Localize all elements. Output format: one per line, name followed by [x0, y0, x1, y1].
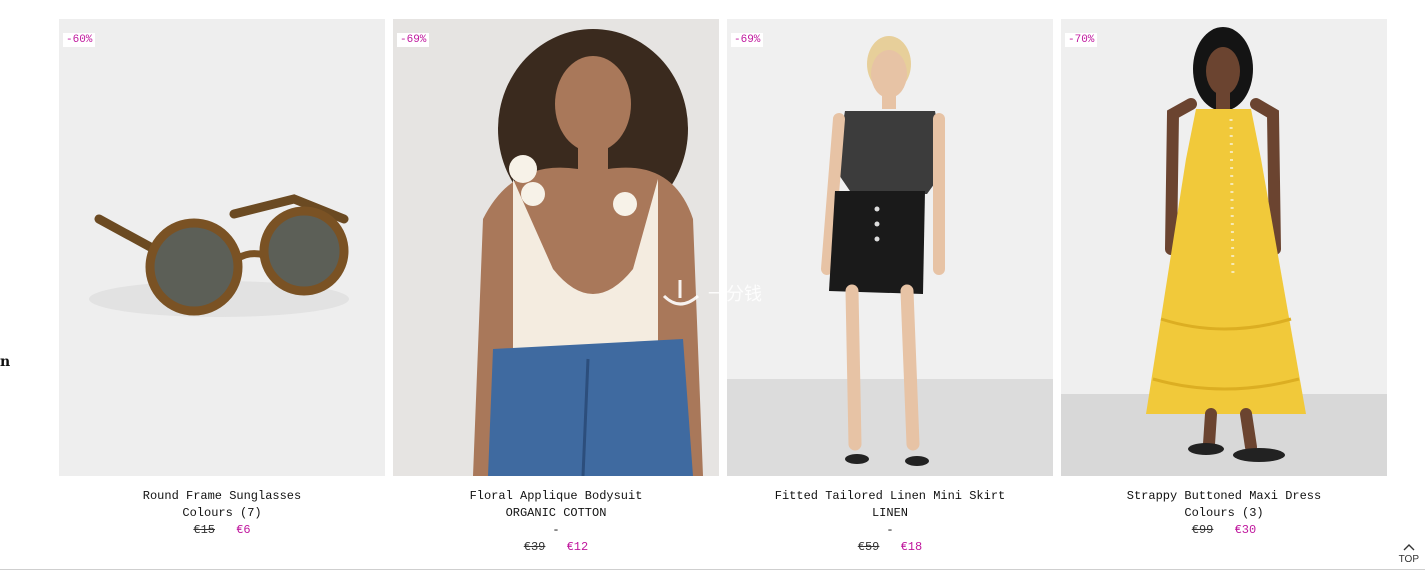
original-price: €59 [857, 540, 880, 554]
watermark-logo-icon [662, 280, 699, 306]
product-info: Strappy Buttoned Maxi Dress Colours (3) … [1061, 488, 1387, 539]
product-name[interactable]: Fitted Tailored Linen Mini Skirt [727, 488, 1053, 505]
product-image[interactable]: -60% [59, 19, 385, 476]
product-card[interactable]: -60% Round Frame Sunglasses Colours (7) … [59, 19, 385, 556]
product-card[interactable]: -70% Strappy Buttoned Maxi Dress Colours… [1061, 19, 1387, 556]
product-info: Floral Applique Bodysuit ORGANIC COTTON … [393, 488, 719, 556]
sale-price: €12 [566, 540, 589, 554]
divider [0, 569, 1425, 570]
product-variant: Colours (3) [1184, 506, 1264, 520]
price-row: €15 €6 [59, 522, 385, 539]
skirt-model-illustration [727, 19, 1053, 476]
sunglasses-illustration [59, 19, 385, 476]
back-to-top-button[interactable]: TOP [1399, 543, 1419, 565]
maxi-dress-model-illustration [1061, 19, 1387, 476]
price-row: €99 €30 [1061, 522, 1387, 539]
chevron-up-icon [1403, 544, 1415, 551]
product-info: Round Frame Sunglasses Colours (7) €15 €… [59, 488, 385, 539]
discount-badge: -60% [63, 33, 96, 47]
product-variant: Colours (7) [182, 506, 262, 520]
discount-badge: -69% [397, 33, 430, 47]
watermark-text: 一分钱 [708, 284, 762, 305]
bodysuit-model-illustration [393, 19, 719, 476]
product-material: LINEN [871, 506, 908, 520]
price-row: €39 €12 [393, 539, 719, 556]
original-price: €99 [1191, 523, 1214, 537]
product-image[interactable]: -69% [727, 19, 1053, 476]
discount-badge: -70% [1065, 33, 1098, 47]
original-price: €15 [193, 523, 215, 537]
product-info: Fitted Tailored Linen Mini Skirt LINEN -… [727, 488, 1053, 556]
price-row: €59 €18 [727, 539, 1053, 556]
sale-price: €30 [1234, 523, 1257, 537]
product-image[interactable]: -69% [393, 19, 719, 476]
separator-dash: - [886, 523, 894, 537]
product-card[interactable]: -69% Fitted Tailored Linen Mini Skirt LI… [727, 19, 1053, 556]
product-name[interactable]: Round Frame Sunglasses [59, 488, 385, 505]
discount-badge: -69% [731, 33, 764, 47]
watermark: 一分钱 [660, 278, 762, 308]
back-to-top-label: TOP [1398, 554, 1419, 565]
original-price: €39 [523, 540, 546, 554]
product-image[interactable]: -70% [1061, 19, 1387, 476]
separator-dash: - [552, 523, 560, 537]
sale-price: €18 [900, 540, 923, 554]
product-material: ORGANIC COTTON [505, 506, 607, 520]
product-name[interactable]: Strappy Buttoned Maxi Dress [1061, 488, 1387, 505]
clipped-text-fragment: n [0, 354, 11, 370]
product-name[interactable]: Floral Applique Bodysuit [393, 488, 719, 505]
sale-price: €6 [236, 523, 251, 537]
